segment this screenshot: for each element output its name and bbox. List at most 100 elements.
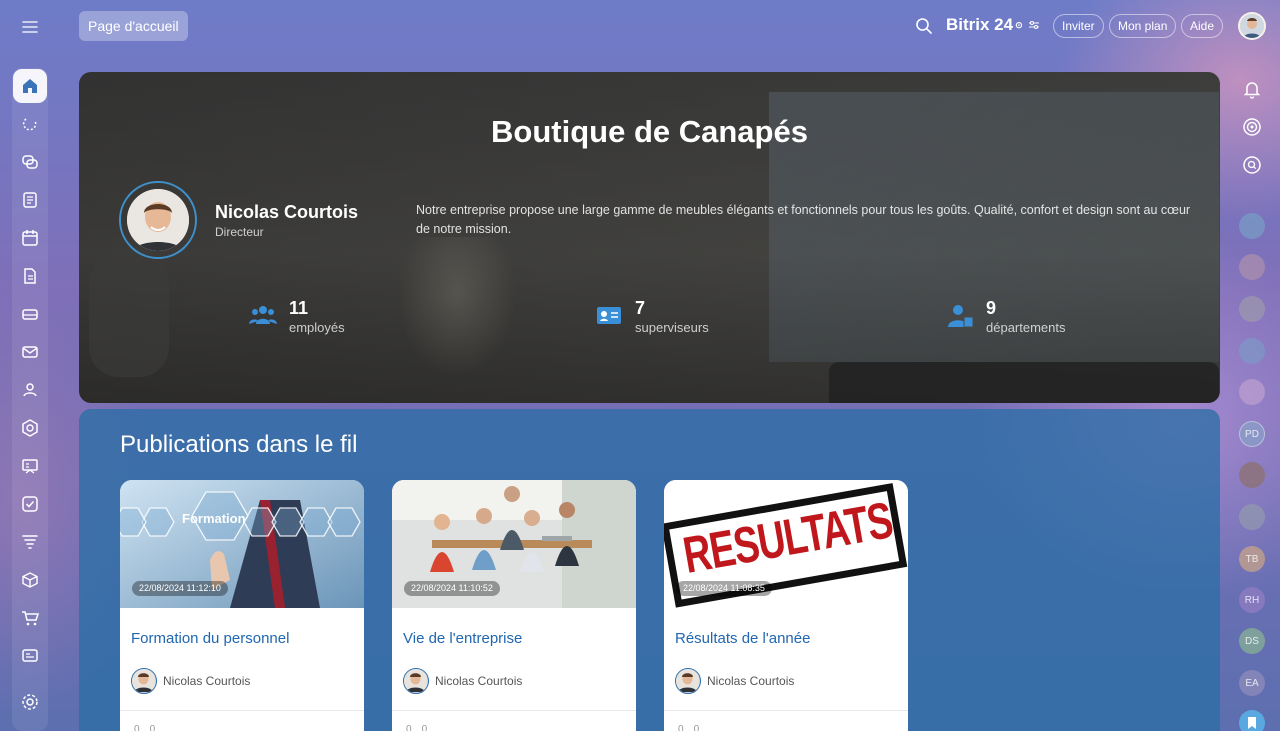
post-image-label: Formation (182, 511, 246, 526)
nav-tasks[interactable] (13, 487, 47, 521)
stat-employees[interactable]: 11 employés (247, 297, 345, 336)
card-divider (664, 710, 908, 711)
background-lamp (397, 237, 517, 377)
nav-calendar[interactable] (13, 221, 47, 255)
nav-documents[interactable] (13, 259, 47, 293)
post-meta: 0 0 (406, 724, 427, 731)
post-author[interactable]: Nicolas Courtois (675, 668, 794, 694)
comments-count[interactable]: 0 (150, 724, 156, 731)
nav-home[interactable] (13, 69, 47, 103)
likes-count[interactable]: 0 (134, 724, 140, 731)
author-name: Nicolas Courtois (707, 674, 795, 688)
stat-value: 7 (635, 298, 646, 318)
sites-icon (21, 647, 39, 665)
post-date: 22/08/2024 11:12:10 (132, 581, 228, 596)
user-avatar[interactable] (1238, 12, 1266, 40)
mail-icon (21, 343, 39, 361)
stat-label: employés (289, 320, 345, 335)
hamburger-menu-icon[interactable] (19, 16, 41, 38)
chat-avatar-4[interactable] (1239, 338, 1265, 364)
help-button[interactable]: Aide (1181, 14, 1224, 38)
activity-icon (21, 115, 39, 133)
background-sofa (829, 362, 1219, 403)
my-plan-button[interactable]: Mon plan (1109, 14, 1177, 38)
post-card[interactable]: 22/08/2024 11:10:52 Vie de l'entreprise … (392, 480, 636, 731)
card-divider (120, 710, 364, 711)
post-author[interactable]: Nicolas Courtois (131, 668, 250, 694)
stat-departments[interactable]: 9 départements (944, 297, 1066, 336)
clock-icon: ⊙ (1015, 19, 1023, 30)
post-card[interactable]: RESULTATS 22/08/2024 11:08:35 Résultats … (664, 480, 908, 731)
nav-funnel[interactable] (13, 525, 47, 559)
likes-count[interactable]: 0 (406, 724, 412, 731)
post-meta: 0 0 (134, 724, 155, 731)
invite-button[interactable]: Inviter (1053, 14, 1104, 38)
nav-activity[interactable] (13, 107, 47, 141)
likes-count[interactable]: 0 (678, 724, 684, 731)
chat-search-icon[interactable] (1241, 154, 1263, 176)
nav-catalog[interactable] (13, 563, 47, 597)
stat-supervisors[interactable]: 7 superviseurs (593, 297, 709, 336)
chat-avatar-6[interactable] (1239, 462, 1265, 488)
chat-avatar-tb[interactable]: TB (1239, 546, 1265, 572)
bookmark-icon (1246, 716, 1258, 730)
post-title[interactable]: Formation du personnel (131, 630, 289, 647)
chat-avatar-5[interactable] (1239, 379, 1265, 405)
author-avatar (131, 668, 157, 694)
post-card[interactable]: Formation 22/08/2024 11:12:10 Formation … (120, 480, 364, 731)
author-name: Nicolas Courtois (435, 674, 523, 688)
stat-value: 11 (289, 298, 309, 318)
left-sidebar (0, 0, 60, 731)
company-title: Boutique de Canapés (491, 114, 808, 149)
stat-label: superviseurs (635, 320, 709, 335)
home-icon (21, 77, 39, 95)
home-tab[interactable]: Page d'accueil (79, 11, 188, 41)
presentation-icon (21, 457, 39, 475)
target-icon[interactable] (1241, 116, 1263, 138)
groups-icon (21, 381, 39, 399)
chat-avatar-3[interactable] (1239, 296, 1265, 322)
nav-settings[interactable] (13, 685, 47, 719)
nav-groups[interactable] (13, 373, 47, 407)
post-author[interactable]: Nicolas Courtois (403, 668, 522, 694)
chat-avatar-ea[interactable]: EA (1239, 670, 1265, 696)
nav-feed[interactable] (13, 183, 47, 217)
chat-avatar-pd[interactable]: PD (1239, 421, 1265, 447)
nav-presentation[interactable] (13, 449, 47, 483)
post-title[interactable]: Vie de l'entreprise (403, 630, 522, 647)
sliders-icon (1027, 18, 1041, 32)
post-title[interactable]: Résultats de l'année (675, 630, 810, 647)
chat-avatar-7[interactable] (1239, 504, 1265, 530)
nav-shop[interactable] (13, 601, 47, 635)
nav-hexagon[interactable] (13, 411, 47, 445)
company-hero-card: Boutique de Canapés Nicolas Courtois Dir… (79, 72, 1220, 403)
nav-mail[interactable] (13, 335, 47, 369)
drive-icon (21, 305, 39, 323)
ceo-name[interactable]: Nicolas Courtois (215, 202, 358, 223)
chat-avatar-2[interactable] (1239, 254, 1265, 280)
cube-icon (21, 571, 39, 589)
bookmark-button[interactable] (1239, 710, 1265, 731)
nav-sites[interactable] (13, 639, 47, 673)
nav-drive[interactable] (13, 297, 47, 331)
search-icon[interactable] (915, 17, 933, 35)
comments-count[interactable]: 0 (422, 724, 428, 731)
chat-avatar-1[interactable] (1239, 213, 1265, 239)
author-name: Nicolas Courtois (163, 674, 251, 688)
author-avatar (675, 668, 701, 694)
feed-icon (21, 191, 39, 209)
chat-avatar-ds[interactable]: DS (1239, 628, 1265, 654)
comments-count[interactable]: 0 (694, 724, 700, 731)
nav-messenger[interactable] (13, 145, 47, 179)
brand-logo[interactable]: Bitrix 24 ⊙ (946, 15, 1041, 35)
chat-avatar-rh[interactable]: RH (1239, 587, 1265, 613)
document-icon (21, 267, 39, 285)
bell-icon[interactable] (1241, 78, 1263, 100)
checkbox-icon (21, 495, 39, 513)
calendar-icon (21, 229, 39, 247)
id-card-icon (593, 299, 625, 331)
stat-label: départements (986, 320, 1066, 335)
gear-icon (21, 693, 39, 711)
post-meta: 0 0 (678, 724, 699, 731)
ceo-avatar[interactable] (119, 181, 197, 259)
